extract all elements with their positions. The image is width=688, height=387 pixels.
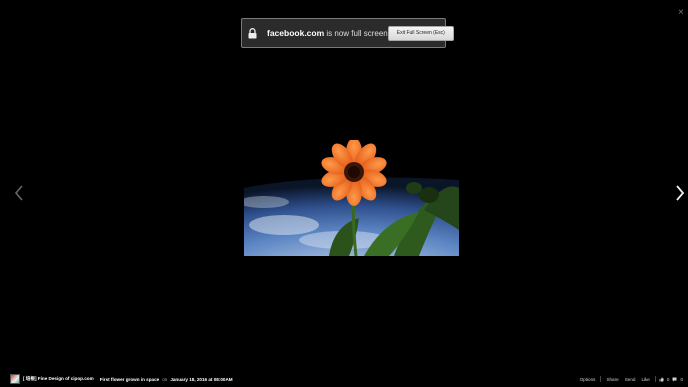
photo-actions: Options Share Send Like 0 0 bbox=[577, 376, 688, 382]
fullscreen-domain: facebook.com bbox=[267, 28, 325, 38]
comment-count: 0 bbox=[680, 376, 683, 382]
photo-description: First flower grown in space bbox=[99, 376, 160, 382]
like-count: 0 bbox=[666, 376, 670, 382]
fullscreen-message: facebook.com is now full screen bbox=[267, 28, 388, 38]
exit-fullscreen-button[interactable]: Exit Full Screen (Esc) bbox=[387, 25, 454, 41]
share-button[interactable]: Share bbox=[606, 377, 618, 382]
send-button[interactable]: Send bbox=[625, 377, 636, 382]
lock-icon bbox=[248, 27, 257, 39]
options-button[interactable]: Options bbox=[580, 377, 596, 382]
caption-bar: [ 培根] Fine Design of cipop.com First flo… bbox=[0, 371, 688, 387]
divider bbox=[600, 376, 602, 382]
page-name-link[interactable]: [ 培根] Fine Design of cipop.com bbox=[23, 376, 94, 382]
fullscreen-message-text: is now full screen bbox=[326, 29, 388, 38]
post-date[interactable]: January 18, 2016 at 08:00AM bbox=[170, 377, 232, 382]
chevron-left-icon bbox=[14, 185, 23, 201]
like-icon bbox=[659, 376, 664, 381]
divider bbox=[654, 376, 656, 382]
photo bbox=[244, 140, 459, 256]
date-prefix: on bbox=[162, 376, 168, 382]
next-photo-button[interactable] bbox=[674, 184, 686, 202]
chevron-right-icon bbox=[676, 185, 685, 201]
flower-in-space-image bbox=[244, 140, 459, 256]
close-icon[interactable]: × bbox=[678, 8, 688, 18]
fullscreen-notice: facebook.com is now full screen Exit Ful… bbox=[241, 18, 454, 48]
photo-viewer: facebook.com is now full screen Exit Ful… bbox=[0, 0, 688, 387]
avatar[interactable] bbox=[10, 374, 20, 384]
comment-icon bbox=[672, 377, 677, 381]
like-button[interactable]: Like bbox=[641, 377, 649, 382]
previous-photo-button[interactable] bbox=[13, 184, 25, 202]
